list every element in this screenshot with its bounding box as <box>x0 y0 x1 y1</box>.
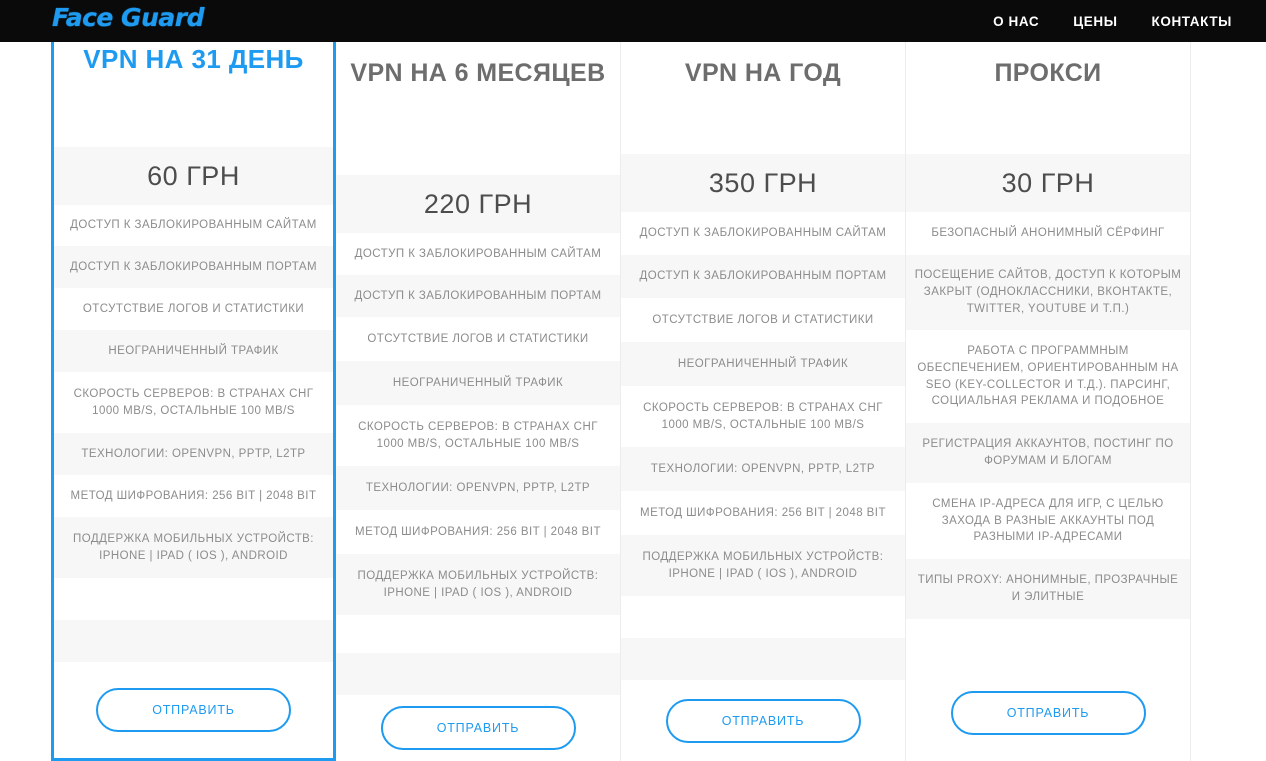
plan-action-area: ОТПРАВИТЬ <box>54 662 333 758</box>
plan-action-area: ОТПРАВИТЬ <box>621 680 905 761</box>
plan-spacer <box>54 620 333 662</box>
plan-feature: РАБОТА С ПРОГРАММНЫМ ОБЕСПЕЧЕНИЕМ, ОРИЕН… <box>906 330 1190 423</box>
plan-feature: ДОСТУП К ЗАБЛОКИРОВАННЫМ ПОРТАМ <box>336 275 620 317</box>
pricing-plan-vpn-6-months: VPN НА 6 МЕСЯЦЕВ 220 ГРН ДОСТУП К ЗАБЛОК… <box>336 42 621 761</box>
plan-feature: СКОРОСТЬ СЕРВЕРОВ: В СТРАНАХ СНГ 1000 MB… <box>336 405 620 466</box>
plan-title: ПРОКСИ <box>994 59 1102 87</box>
plan-feature: СКОРОСТЬ СЕРВЕРОВ: В СТРАНАХ СНГ 1000 MB… <box>621 386 905 447</box>
plan-feature: НЕОГРАНИЧЕННЫЙ ТРАФИК <box>336 361 620 405</box>
plan-price: 60 ГРН <box>54 147 333 205</box>
plan-feature: СКОРОСТЬ СЕРВЕРОВ: В СТРАНАХ СНГ 1000 MB… <box>54 372 333 433</box>
plan-title: VPN НА 6 МЕСЯЦЕВ <box>350 59 606 87</box>
plan-feature: НЕОГРАНИЧЕННЫЙ ТРАФИК <box>621 342 905 386</box>
site-header: Face Guard О НАС ЦЕНЫ КОНТАКТЫ <box>0 0 1266 42</box>
pricing-plan-vpn-year: VPN НА ГОД 350 ГРН ДОСТУП К ЗАБЛОКИРОВАН… <box>621 42 906 761</box>
plan-feature: ТЕХНОЛОГИИ: OPENVPN, PPTP, L2TP <box>336 466 620 510</box>
plan-spacer <box>336 653 620 695</box>
plan-title: VPN НА 31 ДЕНЬ <box>83 44 304 74</box>
submit-button[interactable]: ОТПРАВИТЬ <box>950 690 1146 735</box>
plan-feature: ОТСУТСТВИЕ ЛОГОВ И СТАТИСТИКИ <box>336 317 620 361</box>
plan-feature: МЕТОД ШИФРОВАНИЯ: 256 BIT | 2048 BIT <box>621 491 905 535</box>
plan-action-area: ОТПРАВИТЬ <box>336 695 620 761</box>
plan-feature: ДОСТУП К ЗАБЛОКИРОВАННЫМ САЙТАМ <box>336 233 620 275</box>
plan-feature: ДОСТУП К ЗАБЛОКИРОВАННЫМ ПОРТАМ <box>621 255 905 298</box>
plan-spacer <box>621 596 905 638</box>
plan-title: VPN НА ГОД <box>684 59 842 87</box>
plan-feature: ДОСТУП К ЗАБЛОКИРОВАННЫМ ПОРТАМ <box>54 246 333 288</box>
pricing-plan-proxy: ПРОКСИ 30 ГРН БЕЗОПАСНЫЙ АНОНИМНЫЙ СЁРФИ… <box>906 42 1191 761</box>
plan-feature: ТЕХНОЛОГИИ: OPENVPN, PPTP, L2TP <box>621 447 905 491</box>
plan-feature: БЕЗОПАСНЫЙ АНОНИМНЫЙ СЁРФИНГ <box>906 212 1190 255</box>
site-logo[interactable]: Face Guard <box>52 3 204 32</box>
plan-feature: ДОСТУП К ЗАБЛОКИРОВАННЫМ САЙТАМ <box>54 205 333 246</box>
pricing-table: VPN НА 31 ДЕНЬ 60 ГРН ДОСТУП К ЗАБЛОКИРО… <box>0 42 1266 761</box>
submit-button[interactable]: ОТПРАВИТЬ <box>665 698 861 743</box>
plan-feature: МЕТОД ШИФРОВАНИЯ: 256 BIT | 2048 BIT <box>54 475 333 517</box>
plan-feature: ПОДДЕРЖКА МОБИЛЬНЫХ УСТРОЙСТВ: IPHONE | … <box>336 554 620 615</box>
submit-button[interactable]: ОТПРАВИТЬ <box>380 706 576 750</box>
plan-feature: РЕГИСТРАЦИЯ АККАУНТОВ, ПОСТИНГ ПО ФОРУМА… <box>906 423 1190 483</box>
plan-feature: ОТСУТСТВИЕ ЛОГОВ И СТАТИСТИКИ <box>54 288 333 330</box>
plan-spacer <box>54 578 333 620</box>
plan-feature: СМЕНА IP-АДРЕСА ДЛЯ ИГР, С ЦЕЛЬЮ ЗАХОДА … <box>906 483 1190 559</box>
plan-feature: НЕОГРАНИЧЕННЫЙ ТРАФИК <box>54 330 333 372</box>
plan-price: 350 ГРН <box>621 154 905 212</box>
plan-feature: МЕТОД ШИФРОВАНИЯ: 256 BIT | 2048 BIT <box>336 510 620 554</box>
plan-feature: ТИПЫ PROXY: АНОНИМНЫЕ, ПРОЗРАЧНЫЕ И ЭЛИТ… <box>906 559 1190 619</box>
submit-button[interactable]: ОТПРАВИТЬ <box>96 688 291 732</box>
nav-item-contacts[interactable]: КОНТАКТЫ <box>1152 14 1232 29</box>
pricing-plan-vpn-31-days: VPN НА 31 ДЕНЬ 60 ГРН ДОСТУП К ЗАБЛОКИРО… <box>51 42 336 761</box>
nav-item-about[interactable]: О НАС <box>993 14 1039 29</box>
plan-feature: ТЕХНОЛОГИИ: OPENVPN, PPTP, L2TP <box>54 433 333 475</box>
plan-action-area: ОТПРАВИТЬ <box>906 664 1190 761</box>
nav-item-prices[interactable]: ЦЕНЫ <box>1073 14 1117 29</box>
plan-price: 220 ГРН <box>336 175 620 233</box>
plan-feature: ДОСТУП К ЗАБЛОКИРОВАННЫМ САЙТАМ <box>621 212 905 255</box>
plan-feature: ПОСЕЩЕНИЕ САЙТОВ, ДОСТУП К КОТОРЫМ ЗАКРЫ… <box>906 255 1190 330</box>
plan-feature: ПОДДЕРЖКА МОБИЛЬНЫХ УСТРОЙСТВ: IPHONE | … <box>621 535 905 596</box>
plan-feature: ПОДДЕРЖКА МОБИЛЬНЫХ УСТРОЙСТВ: IPHONE | … <box>54 517 333 578</box>
plan-price: 30 ГРН <box>906 154 1190 212</box>
plan-feature: ОТСУТСТВИЕ ЛОГОВ И СТАТИСТИКИ <box>621 298 905 342</box>
main-navigation: О НАС ЦЕНЫ КОНТАКТЫ <box>993 0 1232 42</box>
plan-spacer <box>906 619 1190 664</box>
plan-spacer <box>621 638 905 680</box>
plan-spacer <box>336 615 620 653</box>
